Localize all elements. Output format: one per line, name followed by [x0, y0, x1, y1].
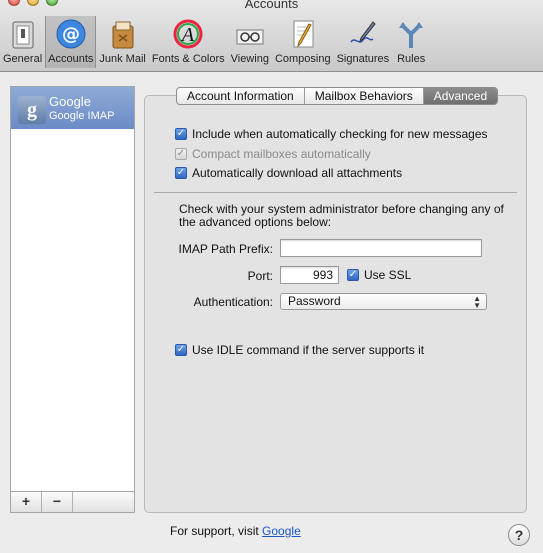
junk-mail-bin-icon — [112, 21, 134, 49]
account-type: Google IMAP — [49, 110, 115, 122]
toolbar-signatures[interactable]: Signatures — [334, 16, 393, 68]
use-idle-checkbox[interactable]: ✓ — [175, 344, 187, 356]
auto-download-row[interactable]: ✓ Automatically download all attachments — [175, 166, 402, 180]
imap-prefix-label: IMAP Path Prefix: — [178, 242, 273, 256]
port-label: Port: — [247, 269, 273, 283]
support-text: For support, visit Google — [170, 524, 301, 538]
support-prefix: For support, visit — [170, 524, 259, 538]
svg-text:@: @ — [62, 24, 80, 45]
toolbar-viewing-label: Viewing — [230, 53, 269, 65]
authentication-label: Authentication: — [193, 295, 273, 309]
add-account-button[interactable]: + — [11, 492, 42, 512]
general-switch-icon — [12, 21, 34, 49]
authentication-value: Password — [288, 294, 341, 308]
port-input[interactable] — [280, 266, 339, 284]
toolbar-signatures-label: Signatures — [336, 53, 390, 65]
toolbar-junk-mail[interactable]: Junk Mail — [96, 16, 148, 68]
toolbar-general[interactable]: General — [0, 16, 45, 68]
window-title: Accounts — [244, 0, 299, 11]
toolbar-accounts[interactable]: @ Accounts — [45, 16, 97, 68]
remove-account-button[interactable]: − — [42, 492, 73, 512]
toolbar-viewing[interactable]: Viewing — [228, 16, 272, 68]
accounts-list[interactable]: g Google Google IMAP — [10, 86, 135, 492]
fonts-colors-icon: A — [173, 19, 203, 49]
toolbar-composing[interactable]: Composing — [272, 16, 334, 68]
signature-pen-icon — [350, 21, 376, 43]
section-divider — [154, 192, 517, 193]
account-name: Google — [49, 94, 91, 109]
compact-mailboxes-label: Compact mailboxes automatically — [192, 147, 371, 161]
include-auto-check-row[interactable]: ✓ Include when automatically checking fo… — [175, 127, 488, 141]
help-button[interactable]: ? — [508, 524, 530, 546]
admin-note: Check with your system administrator bef… — [179, 202, 504, 229]
accounts-list-toolbar: + − — [10, 492, 135, 513]
authentication-select[interactable]: Password ▲ ▼ — [280, 293, 487, 310]
chevron-up-down-icon: ▲ ▼ — [473, 294, 481, 310]
use-ssl-label: Use SSL — [364, 268, 412, 282]
at-sign-icon: @ — [56, 19, 86, 49]
window-toolbar-area: Accounts General @ Accounts Junk Mail A … — [0, 0, 543, 72]
use-idle-label: Use IDLE command if the server supports … — [192, 343, 425, 357]
account-tabs: Account Information Mailbox Behaviors Ad… — [176, 87, 499, 105]
toolbar-rules-label: Rules — [397, 53, 426, 65]
toolbar-general-label: General — [3, 53, 43, 65]
tab-advanced[interactable]: Advanced — [423, 88, 498, 104]
use-ssl-row[interactable]: ✓ Use SSL — [347, 268, 411, 282]
toolbar-fonts-colors[interactable]: A Fonts & Colors — [149, 16, 228, 68]
toolbar-composing-label: Composing — [274, 53, 331, 65]
toolbar-junk-mail-label: Junk Mail — [99, 53, 146, 65]
google-account-icon: g — [18, 96, 46, 124]
compact-mailboxes-row: ✓ Compact mailboxes automatically — [175, 147, 371, 161]
composing-pencil-icon — [293, 20, 314, 48]
include-auto-check-label: Include when automatically checking for … — [192, 127, 488, 141]
imap-prefix-input[interactable] — [280, 239, 482, 257]
preferences-toolbar: General @ Accounts Junk Mail A Fonts & C… — [0, 16, 430, 68]
auto-download-label: Automatically download all attachments — [192, 166, 403, 180]
svg-text:A: A — [180, 24, 195, 46]
toolbar-accounts-label: Accounts — [48, 53, 94, 65]
tab-account-information[interactable]: Account Information — [177, 88, 305, 104]
tab-mailbox-behaviors[interactable]: Mailbox Behaviors — [305, 88, 424, 104]
account-item-google[interactable]: g Google Google IMAP — [11, 87, 134, 129]
use-ssl-checkbox[interactable]: ✓ — [347, 269, 359, 281]
compact-mailboxes-checkbox: ✓ — [175, 148, 187, 160]
rules-arrows-icon — [399, 22, 424, 48]
include-auto-check-checkbox[interactable]: ✓ — [175, 128, 187, 140]
toolbar-fonts-colors-label: Fonts & Colors — [151, 53, 225, 65]
use-idle-row[interactable]: ✓ Use IDLE command if the server support… — [175, 343, 424, 357]
auto-download-checkbox[interactable]: ✓ — [175, 167, 187, 179]
viewing-glasses-icon — [236, 29, 264, 45]
toolbar-rules[interactable]: Rules — [392, 16, 430, 68]
support-link[interactable]: Google — [262, 524, 301, 538]
